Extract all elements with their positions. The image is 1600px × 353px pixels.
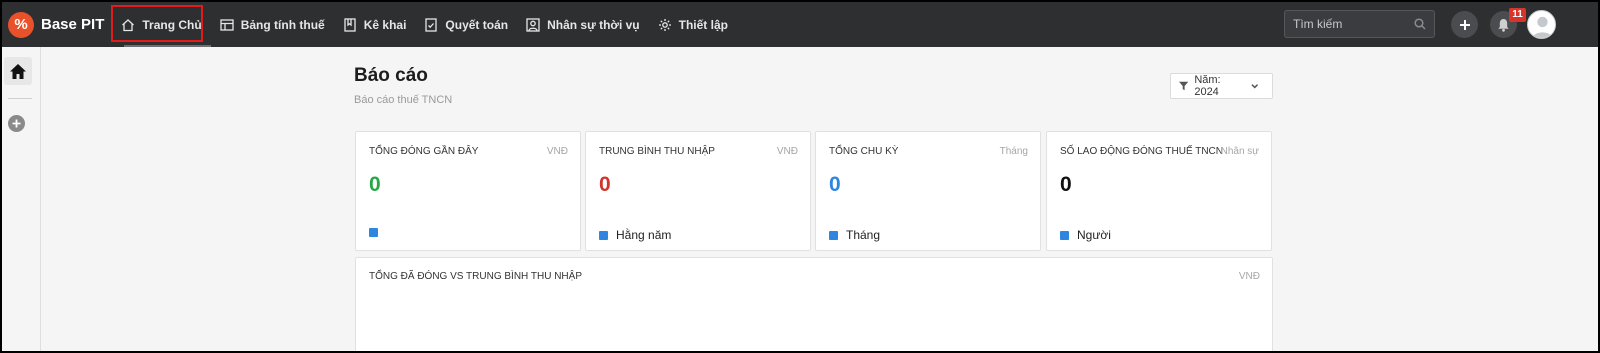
user-avatar-icon — [1532, 16, 1553, 38]
base-logo-icon: % — [8, 11, 34, 38]
legend-square-icon — [599, 230, 608, 240]
stat-card-average-income: TRUNG BÌNH THU NHẬP VNĐ 0 Hằng năm — [585, 131, 811, 251]
rail-add-button[interactable] — [8, 115, 25, 132]
nav-item-seasonal-staff[interactable]: Nhân sự thời vụ — [517, 2, 649, 47]
card-title: TỔNG ĐÓNG GẦN ĐÂY — [369, 146, 479, 157]
card-legend: Người — [1060, 228, 1111, 242]
notification-count-badge: 11 — [1509, 8, 1526, 22]
nav-label-declaration: Kê khai — [363, 17, 407, 32]
nav-label-settings: Thiết lập — [678, 17, 728, 32]
chart-card-unit: VNĐ — [1238, 271, 1260, 282]
app-frame: % Base PIT Trang Chủ Bảng tính thuế Kê k… — [2, 2, 1598, 351]
add-button[interactable] — [1451, 11, 1478, 38]
nav-label-settlement: Quyết toán — [445, 17, 509, 32]
highlight-box — [111, 5, 204, 42]
search-icon[interactable] — [1414, 18, 1426, 30]
main-nav: Trang Chủ Bảng tính thuế Kê khai Quyết t… — [111, 2, 737, 47]
person-icon — [526, 17, 540, 32]
legend-label: Người — [1077, 228, 1111, 242]
app-name: Base PIT — [41, 16, 105, 33]
chart-card-title: TỔNG ĐÃ ĐÓNG VS TRUNG BÌNH THU NHẬP — [369, 271, 582, 282]
card-legend — [369, 228, 386, 237]
page-subtitle: Báo cáo thuế TNCN — [354, 94, 453, 106]
legend-label: Hằng năm — [616, 228, 672, 242]
nav-item-tax-sheet[interactable]: Bảng tính thuế — [211, 2, 334, 47]
card-unit: VNĐ — [546, 146, 568, 157]
book-icon — [344, 17, 356, 32]
top-navbar: % Base PIT Trang Chủ Bảng tính thuế Kê k… — [2, 2, 1598, 47]
avatar[interactable] — [1527, 10, 1556, 39]
card-title: SỐ LAO ĐỘNG ĐÓNG THUẾ TNCN — [1060, 146, 1223, 157]
legend-square-icon — [829, 230, 838, 240]
search-input[interactable] — [1293, 17, 1403, 31]
card-value: 0 — [369, 173, 381, 196]
plus-circle-icon — [12, 119, 21, 128]
left-rail — [2, 47, 41, 351]
rail-divider — [8, 98, 32, 99]
nav-item-settings[interactable]: Thiết lập — [649, 2, 737, 47]
card-value: 0 — [829, 173, 841, 196]
card-unit: Nhân sự — [1220, 146, 1259, 157]
plus-icon — [1459, 19, 1470, 30]
card-title: TỔNG CHU KỲ — [829, 146, 899, 157]
card-title: TRUNG BÌNH THU NHẬP — [599, 146, 715, 157]
nav-label-tax-sheet: Bảng tính thuế — [240, 17, 325, 32]
chevron-down-icon — [1250, 84, 1258, 89]
filter-icon — [1179, 81, 1189, 91]
stat-card-taxpayer-count: SỐ LAO ĐỘNG ĐÓNG THUẾ TNCN Nhân sự 0 Ngư… — [1046, 131, 1272, 251]
nav-item-declaration[interactable]: Kê khai — [334, 2, 416, 47]
checklist-icon — [425, 17, 438, 32]
nav-label-seasonal-staff: Nhân sự thời vụ — [547, 17, 640, 32]
card-unit: VNĐ — [776, 146, 798, 157]
card-unit: Tháng — [999, 146, 1028, 157]
table-icon — [220, 18, 234, 31]
page-title: Báo cáo — [354, 65, 428, 86]
year-filter-dropdown[interactable]: Năm: 2024 — [1170, 73, 1273, 99]
legend-square-icon — [369, 228, 378, 237]
brand[interactable]: % Base PIT — [8, 2, 104, 47]
stat-card-total-cycles: TỔNG CHU KỲ Tháng 0 Tháng — [815, 131, 1041, 251]
nav-item-home[interactable]: Trang Chủ — [111, 2, 212, 47]
nav-item-settlement[interactable]: Quyết toán — [415, 2, 517, 47]
rail-home-button[interactable] — [4, 57, 32, 85]
card-legend: Hằng năm — [599, 228, 671, 242]
card-value: 0 — [599, 173, 611, 196]
chart-card-paid-vs-income: TỔNG ĐÃ ĐÓNG VS TRUNG BÌNH THU NHẬP VNĐ — [355, 257, 1273, 351]
card-legend: Tháng — [829, 228, 880, 242]
search-box[interactable] — [1284, 10, 1435, 38]
year-filter-label: Năm: 2024 — [1194, 74, 1221, 98]
card-value: 0 — [1060, 173, 1072, 196]
home-icon — [10, 63, 26, 79]
legend-square-icon — [1060, 230, 1069, 240]
legend-label: Tháng — [846, 228, 881, 242]
stat-card-total-recent: TỔNG ĐÓNG GẦN ĐÂY VNĐ 0 — [355, 131, 581, 251]
gear-icon — [658, 18, 671, 31]
